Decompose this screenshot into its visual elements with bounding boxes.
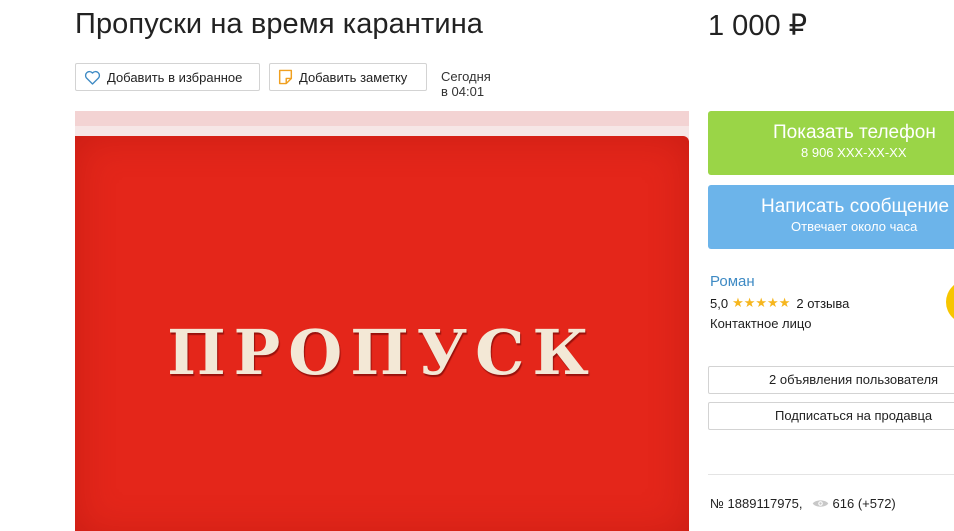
subscribe-seller-button[interactable]: Подписаться на продавца — [708, 402, 954, 430]
seller-avatar[interactable] — [946, 280, 954, 324]
listing-meta: № 1889117975, 616 (+572) — [710, 496, 896, 511]
write-message-label: Написать сообщение — [761, 196, 950, 217]
add-to-favorites-button[interactable]: Добавить в избранное — [75, 63, 260, 91]
seller-role: Контактное лицо — [710, 316, 812, 331]
seller-info: Роман 5,0 ★★★★★ 2 отзыва Контактное лицо — [710, 273, 849, 331]
add-note-label: Добавить заметку — [299, 69, 408, 85]
pass-cover-text: ПРОПУСК — [167, 316, 597, 389]
show-phone-label: Показать телефон — [773, 122, 936, 143]
listing-id: № 1889117975, — [710, 496, 803, 511]
listing-price: 1 000 ₽ — [708, 10, 808, 42]
add-note-button[interactable]: Добавить заметку — [269, 63, 427, 91]
listing-photo[interactable]: ПРОПУСК — [75, 111, 689, 531]
listing-title: Пропуски на время карантина — [75, 8, 484, 40]
seller-name-link[interactable]: Роман — [710, 273, 849, 290]
eye-icon — [812, 500, 828, 507]
write-message-button[interactable]: Написать сообщение Отвечает около часа — [708, 185, 954, 249]
add-to-favorites-label: Добавить в избранное — [107, 69, 243, 85]
seller-rating[interactable]: 5,0 ★★★★★ 2 отзыва — [710, 295, 849, 311]
divider — [708, 474, 954, 475]
heart-icon — [84, 70, 101, 85]
phone-masked: 8 906 XXX-XX-XX — [801, 145, 907, 160]
rating-value: 5,0 — [710, 295, 729, 311]
show-phone-button[interactable]: Показать телефон 8 906 XXX-XX-XX — [708, 111, 954, 175]
note-icon — [278, 69, 293, 85]
pass-cover-image: ПРОПУСК — [75, 136, 689, 531]
rating-stars-icon: ★★★★★ — [732, 295, 791, 310]
listing-date: Сегодня в 04:01 — [441, 69, 491, 99]
photo-top-band — [75, 111, 689, 126]
user-ads-button[interactable]: 2 объявления пользователя — [708, 366, 954, 394]
views-count: 616 (+572) — [832, 496, 896, 511]
reviews-count: 2 отзыва — [796, 295, 850, 311]
response-time: Отвечает около часа — [791, 219, 918, 234]
